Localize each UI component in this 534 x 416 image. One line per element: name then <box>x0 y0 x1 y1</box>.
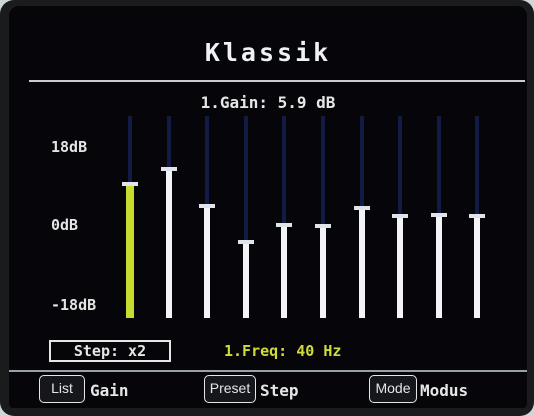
scale-label-bottom: -18dB <box>51 296 97 314</box>
eq-band-fill <box>281 224 288 318</box>
eq-band-fill <box>474 215 481 318</box>
eq-band-fill <box>358 208 365 318</box>
eq-band-slider-knob[interactable] <box>469 213 486 218</box>
eq-band-slider-knob[interactable] <box>160 167 177 172</box>
eq-band-slider-knob[interactable] <box>276 222 293 227</box>
eq-band-slider-knob[interactable] <box>122 181 138 186</box>
scale-label-mid: 0dB <box>51 216 79 234</box>
eq-band-slider-knob[interactable] <box>199 203 216 208</box>
title-divider <box>29 80 525 82</box>
mode-button[interactable]: Mode <box>369 375 417 403</box>
eq-band-slider-knob[interactable] <box>353 206 370 211</box>
mode-button-label: Modus <box>420 381 469 400</box>
eq-band-fill <box>242 241 249 318</box>
scale-label-top: 18dB <box>51 138 88 156</box>
eq-band-fill <box>320 225 326 318</box>
device-frame: Klassik 1.Gain: 5.9 dB 18dB 0dB -18dB St… <box>0 0 534 416</box>
step-indicator: Step: x2 <box>49 340 171 362</box>
preset-button-label: Step <box>260 381 299 400</box>
eq-band-fill <box>397 215 404 318</box>
preset-button[interactable]: Preset <box>204 375 256 403</box>
preset-title: Klassik <box>204 38 332 67</box>
eq-band-slider-knob[interactable] <box>315 223 331 228</box>
eq-band-slider-knob[interactable] <box>392 213 409 218</box>
list-button[interactable]: List <box>39 375 85 403</box>
list-button-label: Gain <box>90 381 129 400</box>
eq-band-slider-knob[interactable] <box>237 239 254 244</box>
eq-band-slider-knob[interactable] <box>430 213 447 218</box>
eq-band-fill-selected <box>126 183 134 318</box>
display-screen: Klassik 1.Gain: 5.9 dB 18dB 0dB -18dB St… <box>9 6 527 408</box>
softkey-divider <box>9 370 527 372</box>
eq-band-fill <box>165 169 172 318</box>
frequency-readout: 1.Freq: 40 Hz <box>224 342 342 360</box>
eq-band-fill <box>204 205 211 318</box>
gain-readout: 1.Gain: 5.9 dB <box>200 93 336 112</box>
eq-band-fill <box>435 215 442 318</box>
